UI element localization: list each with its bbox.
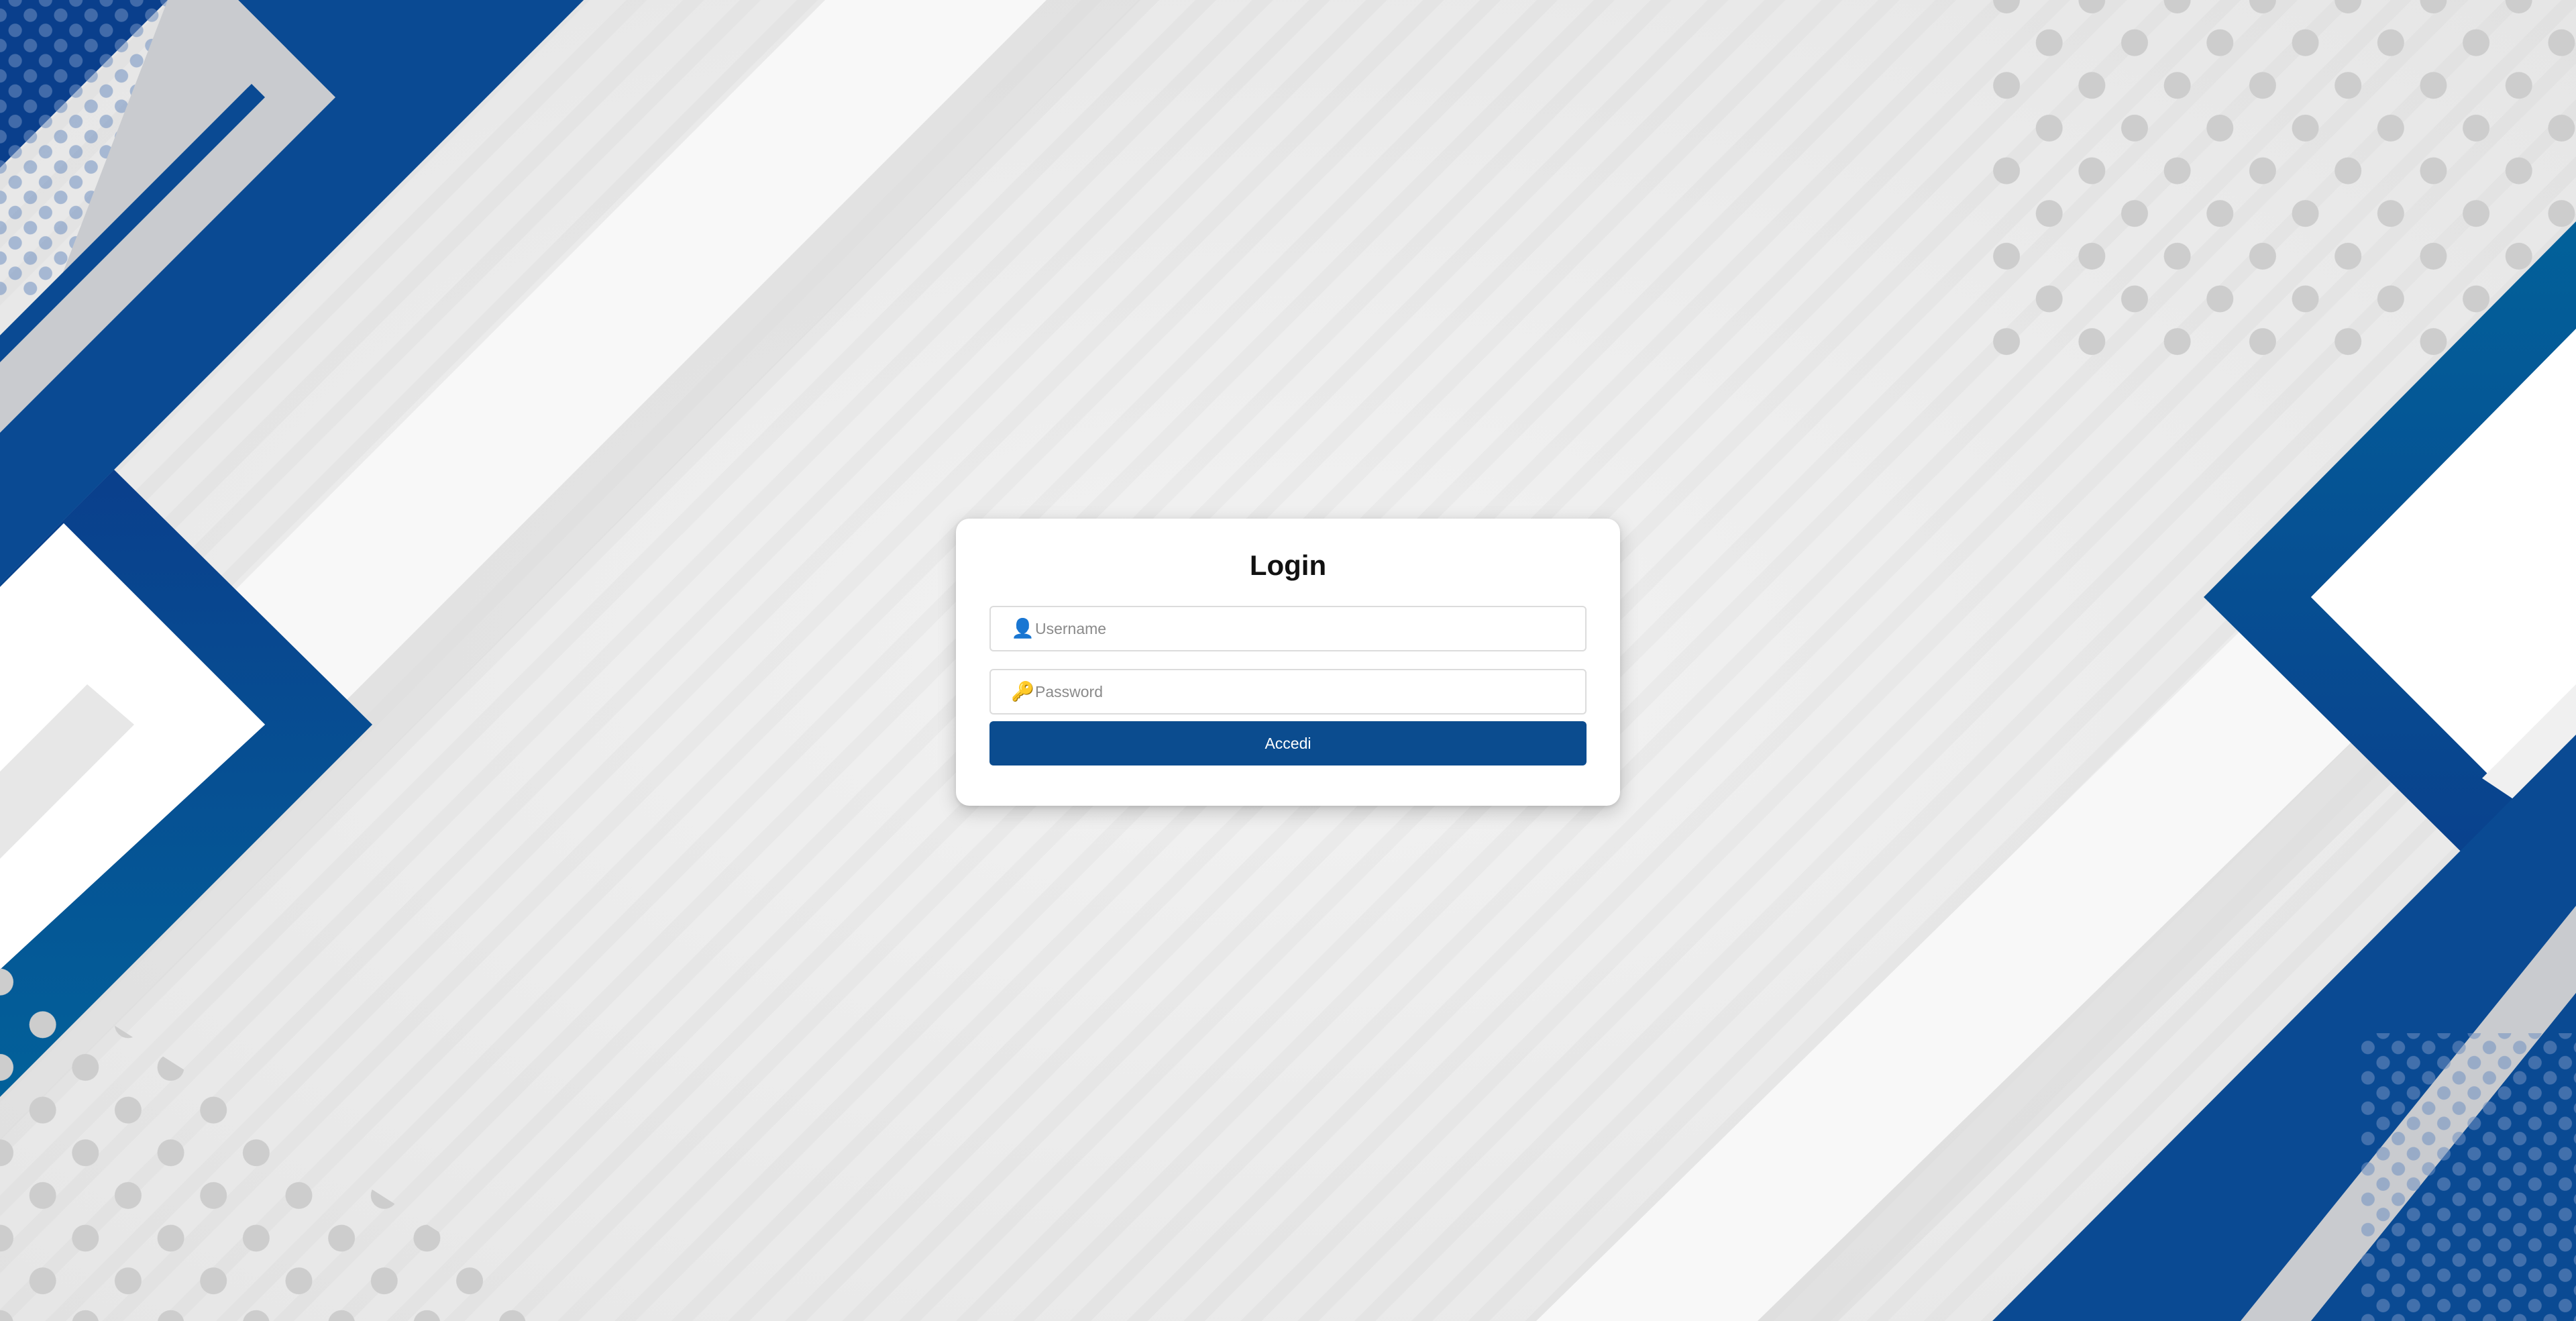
user-icon: 👤 [1011, 618, 1034, 639]
login-title: Login [1249, 549, 1327, 581]
password-input[interactable] [1035, 670, 1569, 713]
key-icon: 🔑 [1011, 681, 1034, 702]
password-field[interactable]: 🔑 [989, 669, 1587, 715]
username-field[interactable]: 👤 [989, 606, 1587, 651]
login-submit-button[interactable]: Accedi [989, 721, 1587, 765]
username-input[interactable] [1035, 607, 1569, 650]
login-card: Login 👤 🔑 Accedi [956, 519, 1620, 806]
